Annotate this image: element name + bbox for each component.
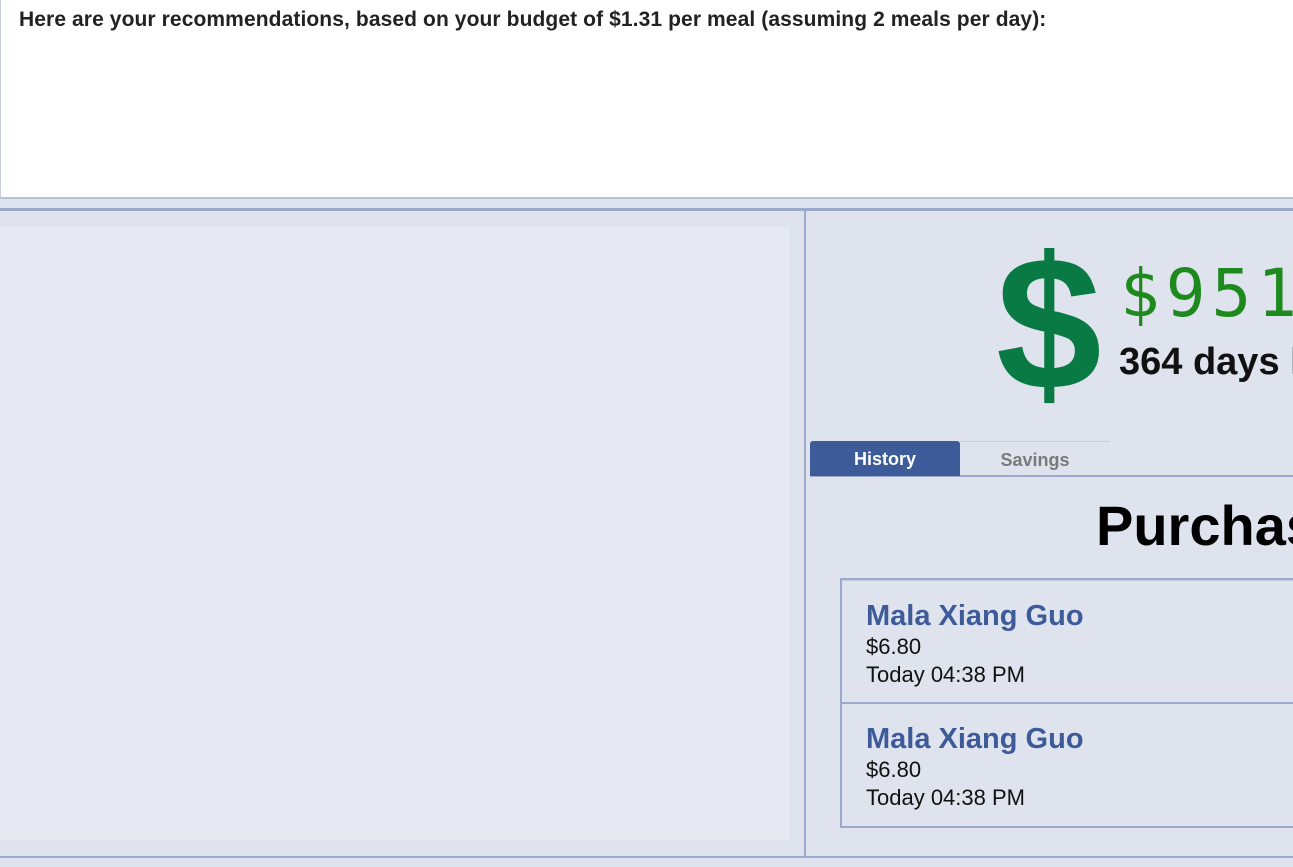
dollar-icon: $ bbox=[996, 218, 1102, 430]
tab-savings[interactable]: Savings bbox=[960, 441, 1110, 476]
tab-history[interactable]: History bbox=[810, 441, 960, 476]
days-remaining: 364 days l bbox=[1119, 341, 1293, 383]
purchase-time: Today 04:38 PM bbox=[866, 785, 1025, 810]
purchase-item[interactable]: Mala Xiang Guo $6.80 Today 04:38 PM bbox=[842, 702, 1293, 824]
meals-count: 2 bbox=[873, 8, 885, 31]
sidebar-tabs: History Savings bbox=[810, 439, 1293, 477]
left-content-area bbox=[0, 211, 806, 856]
budget-amount: $1.31 bbox=[609, 8, 663, 31]
purchase-name: Mala Xiang Guo bbox=[866, 723, 1084, 755]
recommendations-panel: Here are your recommendations, based on … bbox=[0, 0, 1293, 199]
purchase-item[interactable]: Mala Xiang Guo $6.80 Today 04:38 PM bbox=[842, 580, 1293, 702]
purchase-name: Mala Xiang Guo bbox=[866, 600, 1084, 632]
bottom-divider bbox=[0, 856, 1293, 858]
recommendations-intro: Here are your recommendations, based on … bbox=[19, 8, 1046, 32]
recommendations-content-area bbox=[0, 227, 790, 840]
intro-middle: per meal (assuming bbox=[662, 8, 874, 31]
purchase-price: $6.80 bbox=[866, 757, 922, 782]
purchase-time: Today 04:38 PM bbox=[866, 662, 1025, 687]
intro-suffix: meals per day): bbox=[884, 8, 1047, 31]
intro-prefix: Here are your recommendations, based on … bbox=[19, 8, 610, 31]
purchase-price: $6.80 bbox=[866, 634, 922, 659]
purchase-history-list: Mala Xiang Guo $6.80 Today 04:38 PM Mala… bbox=[840, 578, 1293, 828]
savings-amount: $951 bbox=[1120, 255, 1293, 332]
purchases-heading: Purchas bbox=[1096, 494, 1293, 557]
savings-sidebar: $ $951 364 days l History Savings Purcha… bbox=[808, 211, 1293, 856]
